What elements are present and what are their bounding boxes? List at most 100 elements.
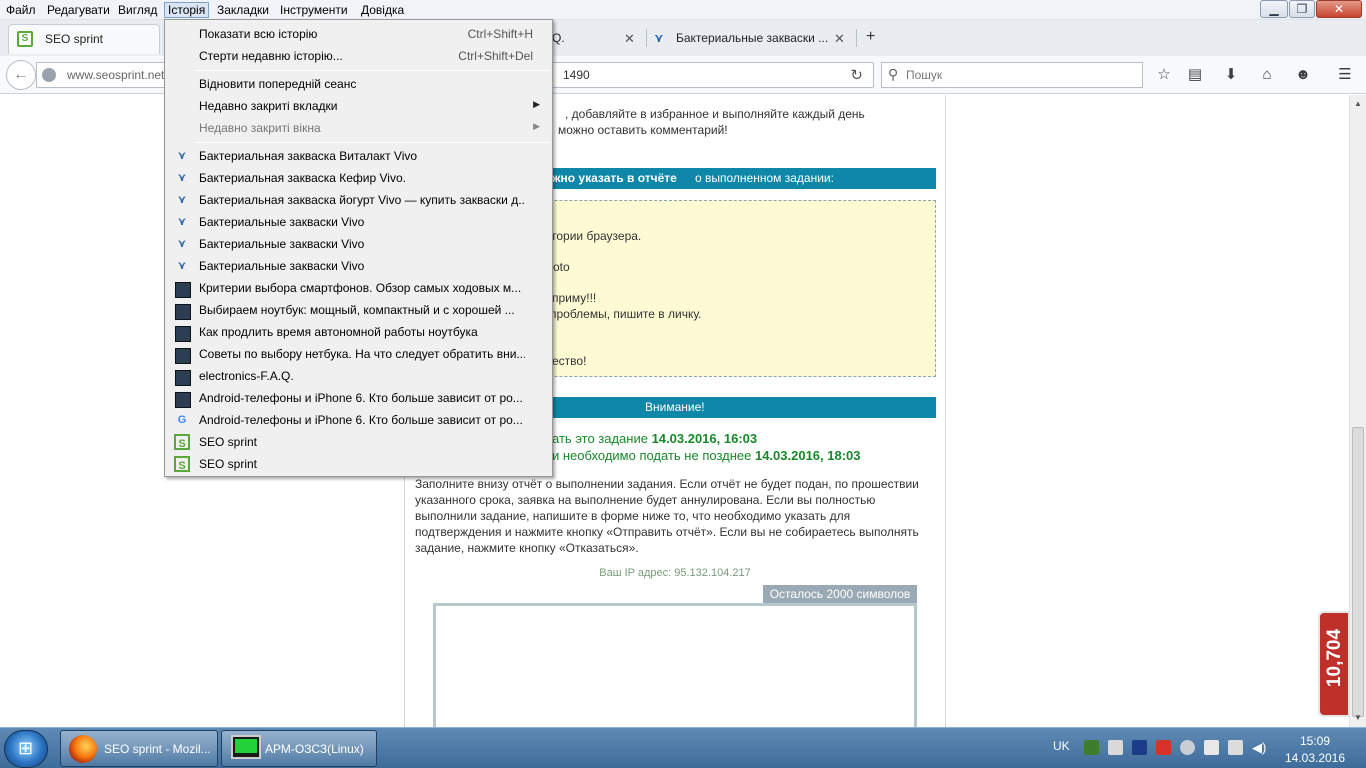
- terminal-icon: [231, 735, 261, 759]
- history-item[interactable]: ⋎ Бактериальные закваски Vivo: [167, 255, 550, 277]
- tab-label: Бактериальные закваски ...: [676, 31, 829, 45]
- history-item-label: SEO sprint: [199, 457, 258, 471]
- tab-close-icon[interactable]: ✕: [624, 31, 635, 47]
- history-item[interactable]: S SEO sprint: [167, 453, 550, 475]
- tab-vivo[interactable]: ⋎ Бактериальные закваски ... ✕: [648, 24, 854, 54]
- scroll-down-icon[interactable]: ▼: [1354, 713, 1362, 722]
- history-item[interactable]: Критерии выбора смартфонов. Обзор самых …: [167, 277, 550, 299]
- close-window-button[interactable]: ✕: [1316, 0, 1362, 18]
- widget-value: 10,704: [1324, 628, 1345, 688]
- scroll-up-icon[interactable]: ▲: [1354, 99, 1362, 108]
- volume-tray-icon[interactable]: ◀): [1252, 740, 1267, 755]
- history-item[interactable]: Как продлить время автономной работы ноу…: [167, 321, 550, 343]
- menu-edit[interactable]: Редагувати: [44, 2, 113, 18]
- app-tray-icon[interactable]: [1132, 740, 1147, 755]
- menu-restore-session[interactable]: Відновити попередній сеанс: [167, 73, 550, 95]
- tab-close-icon[interactable]: ✕: [834, 31, 845, 47]
- bookmark-star-icon[interactable]: ☆: [1153, 64, 1175, 86]
- history-item[interactable]: ⋎ Бактериальные закваски Vivo: [167, 233, 550, 255]
- vivo-icon: ⋎: [177, 260, 187, 272]
- menu-recently-closed-windows: Недавно закриті вікна ▶: [167, 117, 550, 139]
- scrollbar-thumb[interactable]: [1352, 427, 1364, 717]
- tab-second[interactable]: Q. ✕: [548, 24, 644, 54]
- search-input[interactable]: ⚲ Пошук: [881, 62, 1143, 88]
- reload-icon[interactable]: ↻: [850, 66, 863, 84]
- vivo-icon: ⋎: [177, 216, 187, 228]
- submenu-arrow-icon: ▶: [533, 121, 540, 131]
- menu-file[interactable]: Файл: [3, 2, 39, 18]
- history-item[interactable]: ⋎ Бактериальная закваска Кефир Vivo.: [167, 167, 550, 189]
- antivirus-tray-icon[interactable]: [1156, 740, 1171, 755]
- instructions-paragraph: Заполните внизу отчёт о выполнении задан…: [415, 477, 919, 555]
- taskbar-arm[interactable]: АРМ-ОЗСЗ(Linux): [221, 730, 377, 767]
- downloads-icon[interactable]: ⬇: [1220, 64, 1242, 86]
- history-item[interactable]: ⋎ Бактериальные закваски Vivo: [167, 211, 550, 233]
- history-item-label: Выбираем ноутбук: мощный, компактный и с…: [199, 303, 515, 317]
- history-item[interactable]: Советы по выбору нетбука. На что следует…: [167, 343, 550, 365]
- usb-tray-icon[interactable]: [1108, 740, 1123, 755]
- history-item-label: Бактериальная закваска йогурт Vivo — куп…: [199, 193, 525, 207]
- laptop-icon: [175, 282, 191, 298]
- chat-icon[interactable]: ☻: [1292, 64, 1314, 86]
- laptop-icon: [175, 370, 191, 386]
- menu-item-shortcut: Ctrl+Shift+H: [467, 27, 533, 41]
- menu-separator: [195, 142, 550, 143]
- deadline-report-value: 14.03.2016, 18:03: [754, 448, 861, 463]
- vivo-icon: ⋎: [177, 150, 187, 162]
- instruction-line: ество!: [552, 354, 587, 368]
- menu-item-label: Відновити попередній сеанс: [199, 77, 357, 91]
- vivo-icon: ⋎: [654, 31, 664, 45]
- history-item-label: Бактериальные закваски Vivo: [199, 237, 365, 251]
- menu-help[interactable]: Довідка: [358, 2, 407, 18]
- menu-item-label: Недавно закриті вікна: [199, 121, 321, 135]
- minimize-button[interactable]: ▁: [1260, 0, 1288, 18]
- menu-tools[interactable]: Інструменти: [277, 2, 351, 18]
- google-icon: G: [177, 414, 187, 426]
- vivo-icon: ⋎: [177, 172, 187, 184]
- history-item[interactable]: Android-телефоны и iPhone 6. Кто больше …: [167, 387, 550, 409]
- attention-label: Внимание!: [645, 400, 705, 414]
- menu-separator: [195, 70, 550, 71]
- restore-button[interactable]: ❐: [1289, 0, 1315, 18]
- menu-history[interactable]: Історія: [164, 2, 210, 18]
- network-tray-icon[interactable]: [1084, 740, 1099, 755]
- reading-list-icon[interactable]: ▤: [1184, 64, 1206, 86]
- laptop-icon: [175, 326, 191, 342]
- history-item-label: Бактериальная закваска Кефир Vivo.: [199, 171, 406, 185]
- deadline-report-prefix: и необходимо подать не позднее: [552, 448, 755, 463]
- vertical-scrollbar[interactable]: ▲ ▼: [1349, 95, 1366, 727]
- menu-show-all-history[interactable]: Показати всю історію Ctrl+Shift+H: [167, 23, 550, 45]
- counter-widget[interactable]: 10,704: [1318, 611, 1350, 717]
- monitor-tray-icon[interactable]: [1228, 740, 1243, 755]
- history-item[interactable]: ⋎ Бактериальная закваска йогурт Vivo — ку…: [167, 189, 550, 211]
- home-icon[interactable]: ⌂: [1256, 64, 1278, 86]
- menu-recently-closed-tabs[interactable]: Недавно закриті вкладки ▶: [167, 95, 550, 117]
- hamburger-menu-icon[interactable]: ☰: [1334, 64, 1356, 86]
- search-placeholder: Пошук: [906, 68, 943, 82]
- clock-time[interactable]: 15:09: [1270, 734, 1360, 748]
- report-textarea[interactable]: [433, 603, 917, 727]
- flag-tray-icon[interactable]: [1204, 740, 1219, 755]
- menu-view[interactable]: Вигляд: [115, 2, 160, 18]
- laptop-icon: [175, 304, 191, 320]
- vivo-icon: ⋎: [177, 238, 187, 250]
- history-item[interactable]: S SEO sprint: [167, 431, 550, 453]
- back-button[interactable]: ←: [6, 60, 36, 90]
- menu-clear-recent-history[interactable]: Стерти недавню історію... Ctrl+Shift+Del: [167, 45, 550, 67]
- start-button[interactable]: ⊞: [4, 730, 48, 768]
- taskbar-item-label: SEO sprint - Mozil...: [104, 742, 211, 756]
- taskbar-item-label: АРМ-ОЗСЗ(Linux): [265, 742, 364, 756]
- new-tab-button[interactable]: +: [866, 28, 875, 46]
- deadline-start-prefix: ать это задание: [552, 431, 652, 446]
- history-item[interactable]: ⋎ Бактериальная закваска Виталакт Vivo: [167, 145, 550, 167]
- history-item[interactable]: G Android-телефоны и iPhone 6. Кто больше…: [167, 409, 550, 431]
- language-indicator[interactable]: UK: [1053, 739, 1070, 753]
- clock-date[interactable]: 14.03.2016: [1270, 751, 1360, 765]
- history-item[interactable]: electronics-F.A.Q.: [167, 365, 550, 387]
- taskbar-firefox[interactable]: SEO sprint - Mozil...: [60, 730, 218, 767]
- history-menu: Показати всю історію Ctrl+Shift+H Стерти…: [164, 19, 553, 477]
- update-tray-icon[interactable]: [1180, 740, 1195, 755]
- tab-seo-sprint[interactable]: S SEO sprint: [8, 24, 160, 54]
- menu-bookmarks[interactable]: Закладки: [214, 2, 272, 18]
- history-item[interactable]: Выбираем ноутбук: мощный, компактный и с…: [167, 299, 550, 321]
